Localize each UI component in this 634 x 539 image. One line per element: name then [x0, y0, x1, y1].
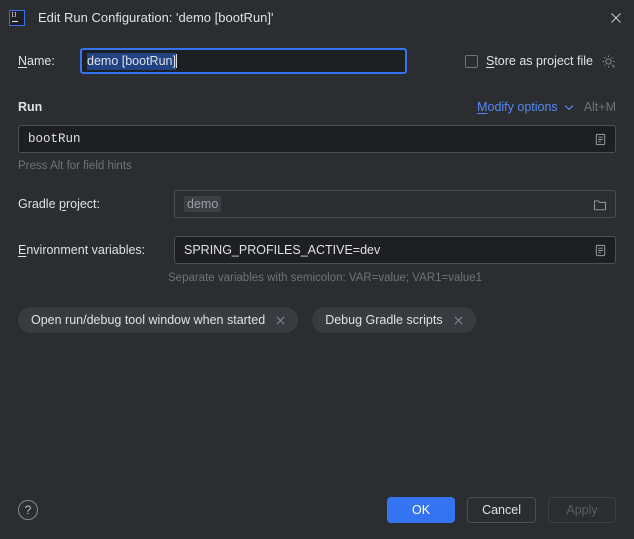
- expand-editor-icon[interactable]: [589, 239, 611, 261]
- run-section-title: Run: [18, 100, 43, 114]
- dialog-titlebar: IJ Edit Run Configuration: 'demo [bootRu…: [0, 0, 634, 35]
- store-as-project-file-row: Store as project file: [464, 48, 616, 74]
- dialog-content: Name: demo [bootRun] Store as project fi…: [0, 35, 634, 481]
- environment-variables-hint: Separate variables with semicolon: VAR=v…: [168, 272, 483, 284]
- help-button[interactable]: ?: [18, 500, 38, 520]
- cancel-button[interactable]: Cancel: [467, 497, 536, 523]
- alt-field-hints-text: Press Alt for field hints: [18, 160, 132, 172]
- environment-variables-label: Environment variables:: [18, 243, 174, 257]
- close-icon[interactable]: [606, 8, 626, 28]
- apply-button: Apply: [548, 497, 616, 523]
- text-caret: [175, 54, 177, 68]
- modify-options-mnemonic: M: [477, 100, 488, 114]
- environment-variables-row: Environment variables: SPRING_PROFILES_A…: [18, 236, 616, 264]
- gradle-project-label: Gradle project:: [18, 197, 174, 211]
- modify-options-shortcut: Alt+M: [583, 100, 616, 114]
- name-input-value: demo [bootRun]: [87, 52, 176, 70]
- chip-label: Debug Gradle scripts: [325, 313, 443, 327]
- option-chip-open-run-debug-tool-window[interactable]: Open run/debug tool window when started: [18, 307, 299, 333]
- edit-run-configuration-dialog: IJ Edit Run Configuration: 'demo [bootRu…: [0, 0, 634, 539]
- store-as-project-file-checkbox[interactable]: [464, 54, 478, 68]
- option-chip-debug-gradle-scripts[interactable]: Debug Gradle scripts: [312, 307, 476, 333]
- gradle-project-label-rest: roject:: [65, 197, 100, 211]
- close-icon[interactable]: [274, 314, 287, 327]
- modify-options-group: Modify options Alt+M: [477, 100, 616, 114]
- dialog-title: Edit Run Configuration: 'demo [bootRun]': [38, 10, 274, 25]
- run-task-value: bootRun: [28, 132, 81, 146]
- store-label-rest: tore as project file: [494, 54, 593, 68]
- gradle-project-label-mnemonic: p: [59, 197, 66, 211]
- chevron-down-icon[interactable]: [564, 104, 574, 111]
- store-as-project-file-label[interactable]: Store as project file: [486, 54, 593, 68]
- name-label-mnemonic: N: [18, 54, 28, 68]
- run-task-input[interactable]: bootRun: [18, 125, 616, 153]
- modify-options-rest: odify options: [487, 100, 558, 114]
- intellij-idea-icon: IJ: [9, 9, 25, 26]
- environment-variables-input[interactable]: SPRING_PROFILES_ACTIVE=dev: [174, 236, 616, 264]
- name-label-rest: ame:: [27, 54, 55, 68]
- environment-variables-value: SPRING_PROFILES_ACTIVE=dev: [184, 243, 381, 257]
- gradle-project-label-pre: Gradle: [18, 197, 59, 211]
- name-label: Name:: [18, 54, 80, 68]
- dialog-footer: ? OK Cancel Apply: [0, 481, 634, 539]
- gear-icon[interactable]: [600, 53, 616, 69]
- env-label-rest: nvironment variables:: [26, 243, 146, 257]
- name-input[interactable]: demo [bootRun]: [80, 48, 407, 74]
- close-icon[interactable]: [452, 314, 465, 327]
- option-chips: Open run/debug tool window when started …: [18, 307, 616, 333]
- expand-editor-icon[interactable]: [589, 128, 611, 150]
- chip-label: Open run/debug tool window when started: [31, 313, 266, 327]
- gradle-project-row: Gradle project: demo: [18, 190, 616, 218]
- run-section-header: Run Modify options Alt+M: [18, 98, 616, 116]
- gradle-project-value: demo: [184, 196, 222, 212]
- folder-icon[interactable]: [589, 193, 611, 215]
- ok-button[interactable]: OK: [387, 497, 456, 523]
- modify-options-link[interactable]: Modify options: [477, 100, 558, 114]
- footer-buttons: OK Cancel Apply: [387, 497, 616, 523]
- gradle-project-input[interactable]: demo: [174, 190, 616, 218]
